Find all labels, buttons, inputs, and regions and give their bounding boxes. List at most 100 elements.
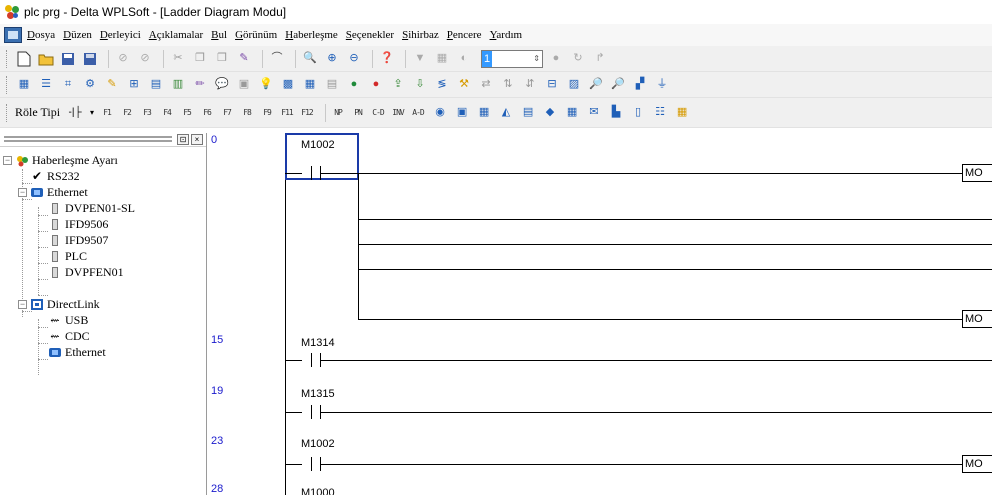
search-icon[interactable]: 🔍 [301, 50, 319, 68]
code-icon[interactable]: ⚒ [455, 76, 473, 94]
bar-graph-icon[interactable]: ▙ [607, 104, 625, 122]
diamond-icon[interactable]: ◆ [541, 104, 559, 122]
trend-icon[interactable]: ◭ [497, 104, 515, 122]
run-icon[interactable]: ● [345, 76, 363, 94]
menu-sihirbaz[interactable]: Sihirbaz [400, 29, 445, 41]
contact-icon[interactable]: -|├ [66, 104, 84, 122]
stop-plc-icon[interactable]: ● [367, 76, 385, 94]
refresh-icon[interactable]: ↻ [569, 50, 587, 68]
overwrite-icon[interactable]: ⌒ [268, 50, 286, 68]
menu-haberlesme[interactable]: Haberleşme [283, 29, 344, 41]
fkey-np[interactable]: NP [331, 108, 345, 117]
close-icon[interactable]: × [191, 134, 203, 145]
toolbar-grip[interactable] [6, 49, 9, 68]
dropdown-icon[interactable]: ▾ [88, 104, 96, 122]
tree-node-ethernet[interactable]: − Ethernet [18, 185, 88, 200]
ladder-mode-icon[interactable]: ▦ [15, 76, 33, 94]
output-instruction[interactable]: MO [962, 164, 992, 182]
chart-icon[interactable]: ▨ [565, 76, 583, 94]
undo-icon[interactable]: ⊘ [114, 50, 132, 68]
filter-icon[interactable]: ▼ [411, 50, 429, 68]
zoom-in-icon[interactable]: ⊕ [323, 50, 341, 68]
menu-derleyici[interactable]: Derleyici [98, 29, 147, 41]
save-all-icon[interactable] [81, 50, 99, 68]
ladder-block-icon[interactable]: ▦ [475, 104, 493, 122]
menu-gorunum[interactable]: Görünüm [233, 29, 283, 41]
redo-icon[interactable]: ⊘ [136, 50, 154, 68]
panel-icon[interactable]: ▯ [629, 104, 647, 122]
upload-icon[interactable]: ⇪ [389, 76, 407, 94]
panel-grip[interactable] [4, 136, 172, 142]
comment-icon[interactable]: 💬 [213, 76, 231, 94]
stop-icon[interactable]: ● [547, 50, 565, 68]
register-icon[interactable]: ▦ [301, 76, 319, 94]
io-table-icon[interactable]: ▦ [673, 104, 691, 122]
step-number-field[interactable]: 1 ⇕ [481, 49, 543, 68]
tree-node-cdc[interactable]: ⇜ CDC [48, 329, 89, 344]
reset-icon[interactable]: ⇵ [521, 76, 539, 94]
grid-icon[interactable]: ▦ [563, 104, 581, 122]
collapse-icon[interactable]: − [18, 300, 27, 309]
tree-node-dvpen01-sl[interactable]: DVPEN01-SL [48, 201, 135, 216]
timer-icon[interactable]: ◉ [431, 104, 449, 122]
tree-node-usb[interactable]: ⇜ USB [48, 313, 88, 328]
network-icon[interactable]: ▞ [631, 76, 649, 94]
connect-icon[interactable]: ⏚ [653, 76, 671, 94]
save-icon[interactable] [59, 50, 77, 68]
fkey-f9[interactable]: F9 [260, 108, 274, 117]
copy-icon[interactable]: ❐ [191, 50, 209, 68]
tree-node-directlink[interactable]: − DirectLink [18, 297, 100, 312]
menu-aciklamalar[interactable]: Açıklamalar [147, 29, 209, 41]
device-monitor-icon[interactable]: ▩ [279, 76, 297, 94]
table-icon[interactable]: ▤ [147, 76, 165, 94]
fkey-f7[interactable]: F7 [220, 108, 234, 117]
bulb-icon[interactable]: 💡 [257, 76, 275, 94]
fkey-f4[interactable]: F4 [160, 108, 174, 117]
fkey-pn[interactable]: PN [351, 108, 365, 117]
paste-icon[interactable]: ❐ [213, 50, 231, 68]
tree-node-ifd9507[interactable]: IFD9507 [48, 233, 108, 248]
document-menu-icon[interactable] [4, 27, 22, 43]
zoom-out-icon[interactable]: ⊖ [345, 50, 363, 68]
pencil-icon[interactable]: ✏ [191, 76, 209, 94]
tree-node-rs232[interactable]: ✔ RS232 [30, 169, 80, 184]
spinner-icon[interactable]: ⇕ [533, 54, 542, 63]
output-instruction[interactable]: MO [962, 455, 992, 473]
tree-node-root[interactable]: − Haberleşme Ayarı [3, 153, 118, 168]
help-icon[interactable]: ❓ [378, 50, 396, 68]
find-next-icon[interactable]: 🔎 [609, 76, 627, 94]
menu-duzen[interactable]: Düzen [61, 29, 98, 41]
tree-node-plc[interactable]: PLC [48, 249, 87, 264]
open-folder-icon[interactable] [37, 50, 55, 68]
ladder-diagram-editor[interactable]: 0 M1002 MO MO 15 M1314 19 M1315 23 M1002… [208, 133, 992, 495]
menu-bul[interactable]: Bul [209, 29, 233, 41]
fkey-f3[interactable]: F3 [140, 108, 154, 117]
compile-icon[interactable]: ⚙ [81, 76, 99, 94]
fkey-f12[interactable]: F12 [300, 108, 314, 117]
list-icon[interactable]: ▥ [169, 76, 187, 94]
fkey-ad[interactable]: A-D [411, 108, 425, 117]
collapse-icon[interactable]: − [18, 188, 27, 197]
tree-node-dvpfen01[interactable]: DVPFEN01 [48, 265, 124, 280]
fkey-f8[interactable]: F8 [240, 108, 254, 117]
toolbar-grip[interactable] [6, 75, 9, 94]
output-instruction[interactable]: MO [962, 310, 992, 328]
memory-icon[interactable]: ▤ [323, 76, 341, 94]
toolbar-grip[interactable] [6, 103, 9, 122]
instruction-mode-icon[interactable]: ☰ [37, 76, 55, 94]
online-icon[interactable]: ≶ [433, 76, 451, 94]
fkey-f2[interactable]: F2 [120, 108, 134, 117]
sfc-mode-icon[interactable]: ⌗ [59, 76, 77, 94]
mail-icon[interactable]: ✉ [585, 104, 603, 122]
menu-dosya[interactable]: Dosya [25, 29, 61, 41]
download-icon[interactable]: ⇩ [411, 76, 429, 94]
fkey-cd[interactable]: C-D [371, 108, 385, 117]
menu-yardim[interactable]: Yardım [488, 29, 529, 41]
step-icon[interactable]: ◐ [455, 50, 473, 68]
menu-secenekler[interactable]: Seçenekler [344, 29, 400, 41]
set-icon[interactable]: ⇅ [499, 76, 517, 94]
tree-node-ifd9506[interactable]: IFD9506 [48, 217, 108, 232]
jump-icon[interactable]: ↱ [591, 50, 609, 68]
api-icon[interactable]: ▤ [519, 104, 537, 122]
cut-icon[interactable]: ✂ [169, 50, 187, 68]
